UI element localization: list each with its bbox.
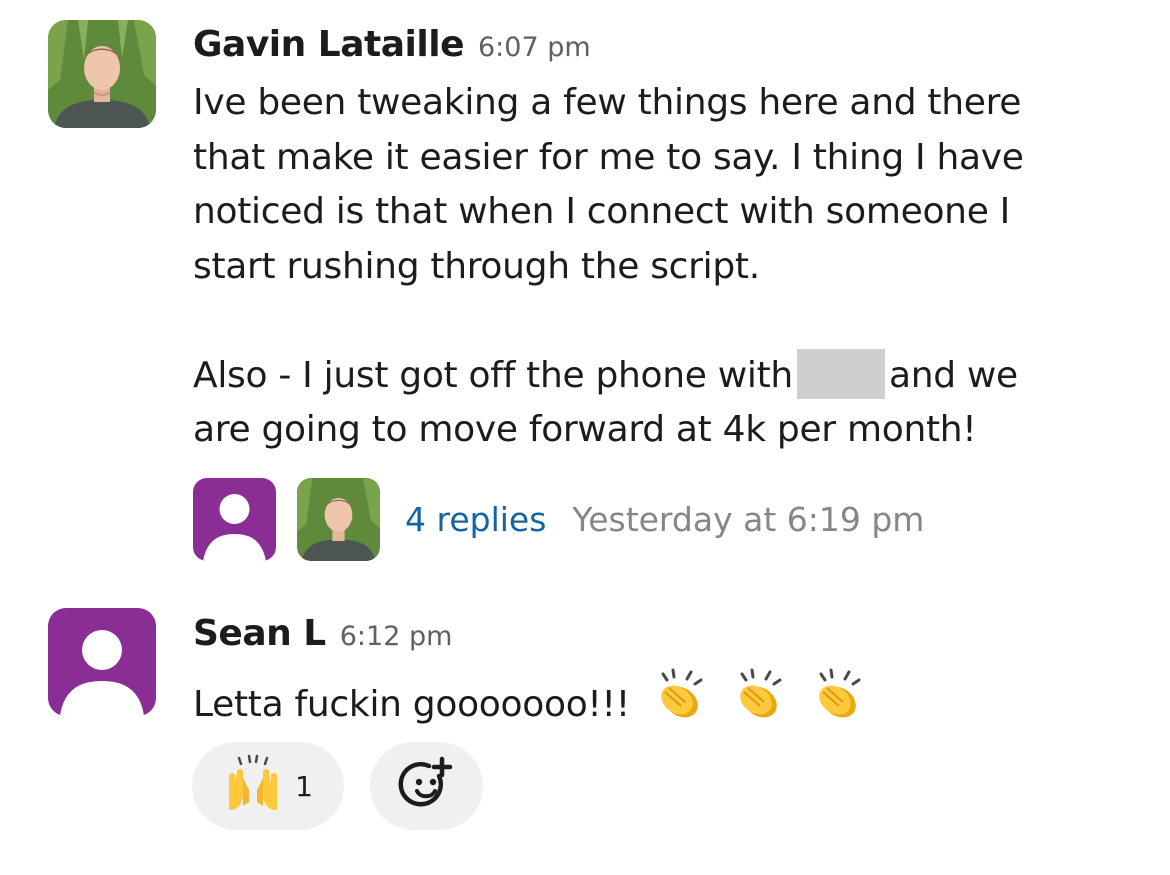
replies-link[interactable]: 4 replies: [405, 500, 546, 539]
default-user-avatar: [193, 477, 276, 561]
author-name[interactable]: Sean L: [193, 613, 326, 654]
clap-emoji: [651, 666, 709, 724]
add-reaction-icon: [398, 755, 456, 817]
reaction-pill-raised-hands[interactable]: 1: [192, 742, 344, 830]
clap-emoji: [809, 666, 867, 724]
message-line: start rushing through the script.: [193, 245, 760, 287]
gavin-thread-avatar: [297, 477, 380, 561]
message-line: Ive been tweaking a few things here and …: [193, 82, 1022, 123]
message-line: Also - I just got off the phone with and …: [193, 348, 1024, 404]
message-body: Letta fuckin gooooooo!!!: [193, 666, 867, 733]
author-name[interactable]: Gavin Lataille: [193, 24, 464, 65]
message-header: Sean L 6:12 pm: [193, 613, 452, 654]
message-text-segment: Also - I just got off the phone with: [193, 354, 793, 396]
sean-avatar[interactable]: [48, 608, 156, 716]
message-header: Gavin Lataille 6:07 pm: [193, 24, 591, 65]
message-line: noticed is that when I connect with some…: [193, 191, 1010, 232]
clap-emoji: [730, 666, 788, 724]
gavin-avatar[interactable]: [48, 20, 156, 128]
message-line: are going to move forward at 4k per mont…: [193, 409, 977, 450]
message-text: Letta fuckin gooooooo!!!: [193, 684, 630, 725]
redacted-block: [796, 348, 885, 399]
last-reply-time: Yesterday at 6:19 pm: [572, 499, 925, 539]
message-timestamp[interactable]: 6:07 pm: [478, 32, 591, 63]
reaction-count: 1: [295, 769, 313, 803]
thread-summary[interactable]: 4 replies Yesterday at 6:19 pm: [193, 477, 925, 561]
message-body: Ive been tweaking a few things here and …: [193, 76, 1024, 458]
message-text-segment: and we: [888, 354, 1018, 396]
message-line: that make it easier for me to say. I thi…: [193, 136, 1024, 178]
add-reaction-button[interactable]: [370, 742, 483, 830]
raised-hands-emoji: [223, 754, 283, 818]
message-timestamp[interactable]: 6:12 pm: [340, 621, 453, 652]
